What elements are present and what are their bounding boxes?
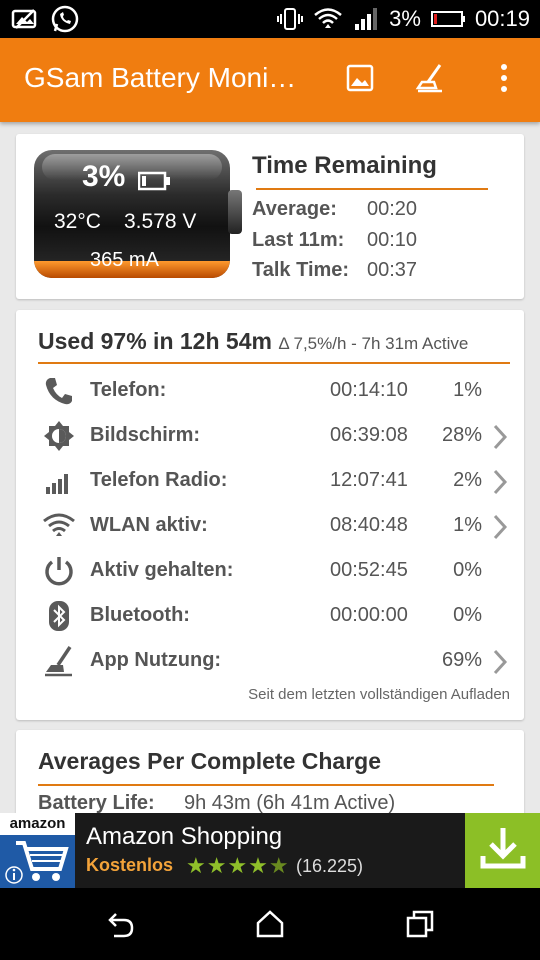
- app-bar: GSam Battery Moni…: [0, 38, 540, 122]
- overflow-menu-button[interactable]: [486, 62, 522, 98]
- averages-title: Averages Per Complete Charge: [38, 748, 382, 774]
- app-title: GSam Battery Moni…: [24, 62, 297, 93]
- usage-card: Used 97% in 12h 54m Δ 7,5%/h - 7h 31m Ac…: [16, 310, 524, 720]
- chevron-right-icon[interactable]: [490, 468, 510, 496]
- usage-title: Used 97% in 12h 54m Δ 7,5%/h - 7h 31m Ac…: [38, 328, 468, 355]
- recents-button[interactable]: [404, 908, 436, 940]
- usage-row-bluetooth[interactable]: Bluetooth: 00:00:00 0%: [16, 595, 524, 639]
- image-icon: [10, 4, 40, 34]
- divider: [38, 784, 494, 786]
- usage-row-telefon-radio[interactable]: Telefon Radio: 12:07:41 2%: [16, 460, 524, 504]
- usage-row-wlan[interactable]: WLAN aktiv: 08:40:48 1%: [16, 505, 524, 549]
- back-icon: [104, 913, 136, 944]
- home-icon: [254, 910, 286, 944]
- image-action-button[interactable]: [342, 62, 378, 98]
- back-button[interactable]: [104, 908, 136, 940]
- current-label: 365 mA: [90, 249, 159, 271]
- download-button[interactable]: [465, 813, 540, 888]
- usage-row-bildschirm[interactable]: Bildschirm: 06:39:08 28%: [16, 415, 524, 459]
- broom-icon: [414, 62, 446, 99]
- broom-icon: [42, 644, 76, 678]
- battery-terminal: [228, 190, 242, 234]
- chevron-right-icon[interactable]: [490, 648, 510, 676]
- battery-small-icon: [137, 171, 172, 196]
- usage-row-app-nutzung[interactable]: App Nutzung: 69%: [16, 640, 524, 684]
- battery-icon: [429, 4, 467, 34]
- averages-card: Averages Per Complete Charge Battery Lif…: [16, 730, 524, 820]
- usage-row-telefon[interactable]: Telefon: 00:14:10 1%: [16, 370, 524, 414]
- usage-footnote: Seit dem letzten vollständigen Aufladen: [248, 686, 510, 703]
- signal-icon: [351, 4, 381, 34]
- navigation-bar: [0, 888, 540, 960]
- ad-price-label: Kostenlos: [86, 855, 174, 875]
- bluetooth-icon: [42, 599, 76, 633]
- battery-summary-card: 3% 32°C 3.578 V 365 mA Time Remaining Av…: [16, 134, 524, 299]
- time-remaining-row: Average: 00:20: [252, 198, 418, 220]
- clock: 00:19: [474, 6, 530, 31]
- brightness-icon: [42, 419, 76, 453]
- averages-row: Battery Life: 9h 43m (6h 41m Active): [38, 792, 396, 814]
- usage-summary: Used 97% in 12h 54m: [38, 328, 272, 354]
- divider: [38, 362, 510, 364]
- chevron-right-icon[interactable]: [490, 423, 510, 451]
- info-icon[interactable]: [4, 865, 24, 885]
- time-remaining-row: Talk Time: 00:37: [252, 259, 418, 281]
- ad-banner[interactable]: amazon Amazon Shopping Kostenlos ★★★★★ (…: [0, 813, 540, 888]
- battery-graphic: 3% 32°C 3.578 V 365 mA: [34, 150, 230, 278]
- ad-title: Amazon Shopping: [86, 823, 283, 850]
- status-bar: 3% 00:19: [0, 0, 540, 38]
- clean-action-button[interactable]: [412, 62, 448, 98]
- chevron-right-icon[interactable]: [490, 513, 510, 541]
- vibrate-icon: [275, 4, 305, 34]
- wifi-icon: [42, 509, 76, 543]
- power-icon: [42, 554, 76, 588]
- whatsapp-icon: [50, 4, 80, 34]
- battery-percent: 3%: [389, 6, 421, 31]
- recents-icon: [404, 910, 436, 944]
- time-remaining-title: Time Remaining: [252, 152, 437, 179]
- review-count: (16.225): [296, 856, 364, 876]
- phone-icon: [42, 374, 76, 408]
- temperature-label: 32°C: [54, 210, 101, 233]
- usage-rate: Δ 7,5%/h - 7h 31m Active: [278, 334, 469, 353]
- download-icon: [477, 822, 529, 879]
- divider: [256, 188, 488, 190]
- wifi-icon: [313, 4, 343, 34]
- usage-row-aktiv-gehalten[interactable]: Aktiv gehalten: 00:52:45 0%: [16, 550, 524, 594]
- rating-stars: ★★★★★: [186, 853, 290, 878]
- overflow-menu-icon: [499, 63, 509, 98]
- amazon-app-logo[interactable]: amazon: [0, 813, 75, 888]
- time-remaining-row: Last 11m: 00:10: [252, 229, 418, 251]
- battery-percent-label: 3%: [82, 160, 126, 193]
- home-button[interactable]: [254, 908, 286, 940]
- signal-bars-icon: [42, 464, 76, 498]
- voltage-label: 3.578 V: [124, 210, 197, 233]
- image-icon: [346, 64, 374, 97]
